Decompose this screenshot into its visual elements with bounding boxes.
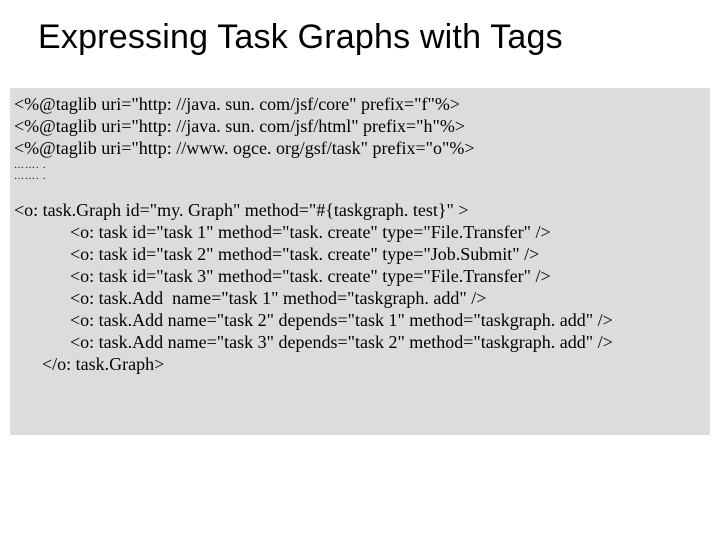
task-add-2: <o: task.Add name="task 2" depends="task… xyxy=(14,310,706,332)
task-def-2: <o: task id="task 2" method="task. creat… xyxy=(14,244,706,266)
taglib-line-1: <%@taglib uri="http: //java. sun. com/js… xyxy=(14,94,706,116)
task-def-1: <o: task id="task 1" method="task. creat… xyxy=(14,222,706,244)
blank-line xyxy=(14,182,706,200)
taglib-line-3: <%@taglib uri="http: //www. ogce. org/gs… xyxy=(14,138,706,160)
task-add-1: <o: task.Add name="task 1" method="taskg… xyxy=(14,288,706,310)
ellipsis-1: ……. . xyxy=(14,160,706,171)
ellipsis-2: ……. . xyxy=(14,171,706,182)
taskgraph-open: <o: task.Graph id="my. Graph" method="#{… xyxy=(14,200,706,222)
task-def-3: <o: task id="task 3" method="task. creat… xyxy=(14,266,706,288)
task-add-3: <o: task.Add name="task 3" depends="task… xyxy=(14,332,706,354)
slide: Expressing Task Graphs with Tags <%@tagl… xyxy=(0,0,720,540)
slide-title: Expressing Task Graphs with Tags xyxy=(0,0,720,57)
taskgraph-close: </o: task.Graph> xyxy=(14,354,706,376)
taglib-line-2: <%@taglib uri="http: //java. sun. com/js… xyxy=(14,116,706,138)
code-block: <%@taglib uri="http: //java. sun. com/js… xyxy=(10,88,710,435)
